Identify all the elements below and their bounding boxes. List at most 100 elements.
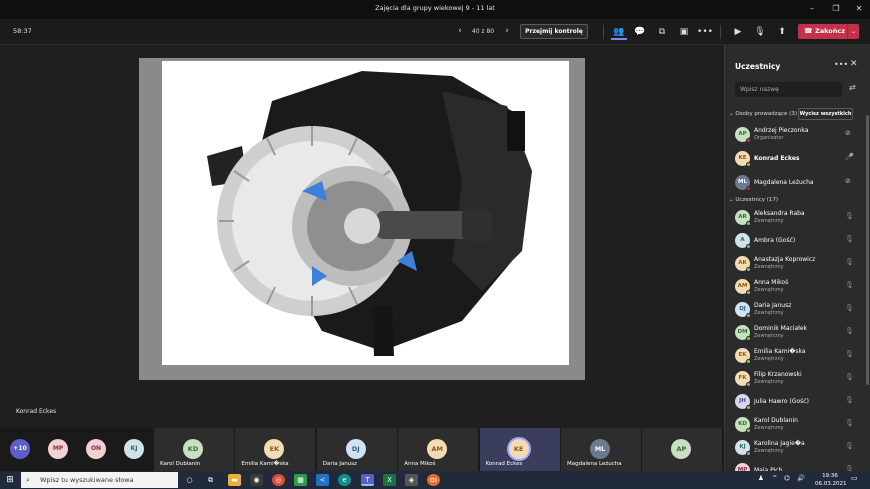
video-tile[interactable]: AM Anna Mikoś	[398, 428, 480, 471]
attendee-item[interactable]: JH Julia Hawro (Gość) 🎙	[725, 391, 870, 413]
windows-start-icon[interactable]: ⊞	[3, 473, 17, 487]
video-tile[interactable]: EK Emilia Kami�ska	[235, 428, 317, 471]
network-icon[interactable]: ⌬	[784, 474, 790, 482]
avatar: MP	[735, 463, 750, 471]
taskbar-search-placeholder: Wpisz tu wyszukiwane słowa	[40, 476, 134, 484]
next-page-icon[interactable]: ›	[502, 25, 512, 37]
participant-role: Zewnętrzny	[754, 448, 784, 454]
presenter-item[interactable]: KE Konrad Eckes 🎤	[725, 148, 870, 170]
attendee-item[interactable]: KJ Karolina Jagie�a Zewnętrzny 🎙	[725, 437, 870, 459]
taskbar-search-input[interactable]: ⌕ Wpisz tu wyszukiwane słowa	[21, 472, 178, 488]
attendee-item[interactable]: KD Karol Dublanin Zewnętrzny 🎙	[725, 414, 870, 436]
mic-icon[interactable]: 🎙	[845, 442, 854, 450]
shared-screen[interactable]	[139, 58, 585, 380]
presence-dot	[746, 221, 751, 226]
mic-icon[interactable]: 🎙	[845, 396, 854, 404]
attendee-item[interactable]: DM Dominik Maciałek Zewnętrzny 🎙	[725, 322, 870, 344]
mic-icon[interactable]: 🎙	[845, 258, 854, 266]
taskbar-clock[interactable]: 19:36 06.03.2021	[815, 472, 847, 488]
firefox-icon[interactable]: ꝏ	[427, 474, 440, 486]
mic-icon[interactable]: 🎙	[845, 350, 854, 358]
panel-title: Uczestnicy	[735, 62, 781, 71]
participant-role: Zewnętrzny	[754, 379, 784, 385]
presence-dot	[746, 244, 751, 249]
gallery-avatar[interactable]: MP	[48, 439, 68, 459]
stop-sharing-icon[interactable]: ⬆	[774, 24, 790, 40]
end-meeting-button[interactable]: ☎ Zakończ ⌄	[798, 24, 859, 39]
presenter-name: Konrad Eckes	[16, 408, 57, 415]
volume-icon[interactable]: 🔊	[797, 474, 805, 482]
show-hidden-icons-icon[interactable]: ^	[772, 474, 777, 482]
video-gallery: +10 MP ON KJ KD Karol Dublanin EK Emilia Kami…	[0, 428, 724, 471]
participant-name: Karolina Jagie�a	[754, 440, 805, 447]
mic-icon[interactable]: 🎙	[845, 373, 854, 381]
edge-icon[interactable]: e	[338, 474, 351, 486]
share-tray-icon[interactable]: ▣	[676, 24, 692, 40]
attendee-item[interactable]: A Ambra (Gość) 🎙	[725, 230, 870, 252]
attendee-item[interactable]: DJ Daria Janusz Zewnętrzny 🎙	[725, 299, 870, 321]
chrome-icon[interactable]: ◎	[272, 474, 285, 486]
mic-icon[interactable]: 🎤	[845, 153, 854, 161]
mic-icon[interactable]: 🎙	[845, 304, 854, 312]
breakout-rooms-icon[interactable]: ⧉	[654, 24, 670, 40]
mic-off-icon[interactable]: 🎙	[752, 24, 768, 40]
mic-icon[interactable]: 🎙	[845, 281, 854, 289]
maximize-icon[interactable]: ❐	[826, 2, 846, 16]
mic-icon[interactable]: 🎙	[845, 212, 854, 220]
attendee-item[interactable]: MP Maja Pich 🎙	[725, 460, 870, 471]
mic-icon[interactable]: 🎙	[845, 419, 854, 427]
excel-icon[interactable]: X	[383, 474, 396, 486]
presenters-section-header[interactable]: ⌄ Osoby prowadzące (3)	[729, 111, 797, 117]
phone-hangup-icon: ☎	[804, 27, 813, 35]
vscode-icon[interactable]: ≺	[316, 474, 329, 486]
attendee-item[interactable]: AM Anna Mikoś Zewnętrzny 🎙	[725, 276, 870, 298]
people-icon[interactable]: ♟	[758, 474, 764, 482]
more-options-icon[interactable]: •••	[834, 60, 848, 69]
close-window-icon[interactable]: ✕	[849, 2, 869, 16]
attendees-section-header[interactable]: ⌄ Uczestnicy (17)	[729, 197, 778, 203]
camera-off-icon[interactable]: ▶	[730, 24, 746, 40]
overflow-participants-badge[interactable]: +10	[10, 439, 30, 459]
share-invite-icon[interactable]: ⇄	[849, 83, 856, 92]
window-title: Zajęcia dla grupy wiekowej 9 - 11 lat	[375, 4, 495, 12]
cortana-icon[interactable]: ○	[183, 474, 196, 486]
take-control-button[interactable]: Przejmij kontrolę	[520, 24, 588, 39]
previous-page-icon[interactable]: ‹	[455, 25, 465, 37]
notifications-icon[interactable]: ▭	[851, 474, 858, 482]
video-tile[interactable]: ML Magdalena Leżucha	[561, 428, 642, 471]
participant-search-input[interactable]: Wpisz nazwę	[735, 82, 842, 97]
presenter-item[interactable]: ML Magdalena Leżucha ⊘	[725, 172, 870, 194]
video-tile[interactable]: KD Karol Dublanin	[154, 428, 235, 471]
panel-scrollbar[interactable]	[866, 115, 869, 385]
mic-icon[interactable]: 🎙	[845, 235, 854, 243]
gallery-avatar[interactable]: KJ	[124, 439, 144, 459]
mic-muted-icon[interactable]: ⊘	[845, 129, 851, 137]
video-tile[interactable]: AP	[642, 428, 724, 471]
video-tile[interactable]: KE Konrad Eckes	[479, 428, 561, 471]
mic-icon[interactable]: 🎙	[845, 327, 854, 335]
chevron-down-icon[interactable]: ⌄	[847, 24, 859, 39]
mute-all-button[interactable]: Wycisz wszystkich	[798, 108, 853, 120]
video-tile[interactable]: DJ Daria Janusz	[316, 428, 398, 471]
app-icon[interactable]: ◈	[405, 474, 418, 486]
presenter-item[interactable]: AP Andrzej Pieczonka Organizator ⊘	[725, 124, 870, 146]
task-view-icon[interactable]: ⧉	[204, 474, 217, 486]
attendee-item[interactable]: EK Emilia Kami�ska Zewnętrzny 🎙	[725, 345, 870, 367]
tile-name: Karol Dublanin	[160, 461, 201, 467]
attendee-item[interactable]: AR Aleksandra Raba Zewnętrzny 🎙	[725, 207, 870, 229]
mic-muted-icon[interactable]: ⊘	[845, 177, 851, 185]
gallery-avatar[interactable]: ON	[86, 439, 106, 459]
app-icon[interactable]: ◉	[250, 474, 263, 486]
teams-icon[interactable]: T	[361, 474, 374, 486]
file-explorer-icon[interactable]: ▬	[228, 474, 241, 486]
attendee-item[interactable]: FK Filip Krzanowski Zewnętrzny 🎙	[725, 368, 870, 390]
participants-icon[interactable]: 👥	[611, 24, 627, 40]
app-icon[interactable]: ▦	[294, 474, 307, 486]
minimize-icon[interactable]: –	[802, 2, 822, 16]
attendee-item[interactable]: AK Anastazja Koprowicz Zewnętrzny 🎙	[725, 253, 870, 275]
close-icon[interactable]: ✕	[850, 59, 858, 69]
presence-dot	[746, 428, 751, 433]
chat-icon[interactable]: 💬	[632, 24, 648, 40]
more-actions-icon[interactable]: •••	[697, 24, 713, 40]
participant-role: Zewnętrzny	[754, 218, 784, 224]
